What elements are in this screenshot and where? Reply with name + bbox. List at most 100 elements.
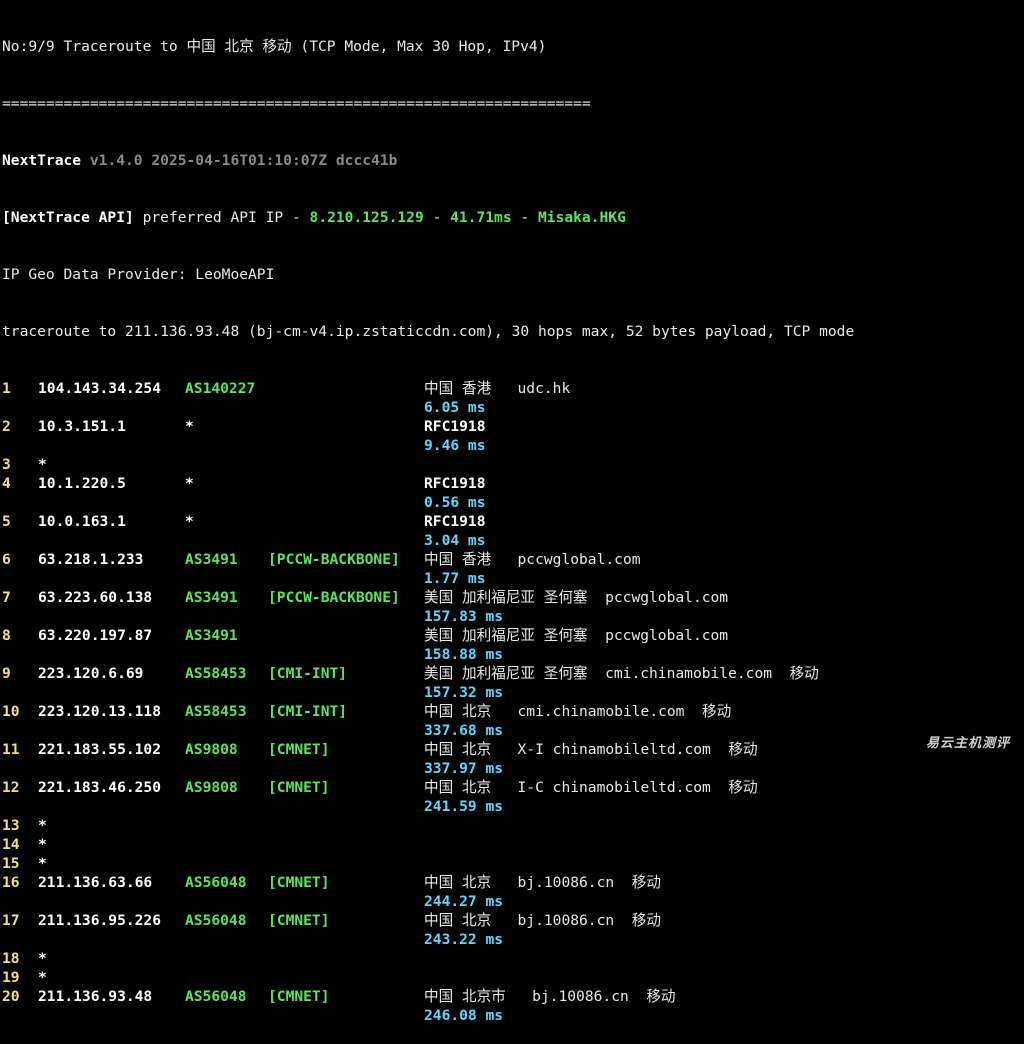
version-line: NextTrace v1.4.0 2025-04-16T01:10:07Z dc…: [2, 151, 1024, 170]
hop-asn: AS58453: [185, 665, 247, 682]
hop-asn: AS9808: [185, 741, 238, 758]
hop-network-tag: [CMNET]: [268, 912, 330, 929]
hop-number: 8: [2, 627, 11, 644]
hop-network-tag: [CMNET]: [268, 779, 330, 796]
hop-ip: 10.1.220.5: [38, 475, 126, 492]
api-dash-2: -: [511, 209, 538, 226]
hop-geo: 中国 北京 X-I chinamobileltd.com 移动: [424, 741, 758, 758]
hop-rtt: 3.04 ms: [424, 532, 486, 549]
hop-geo: 中国 北京 bj.10086.cn 移动: [424, 874, 661, 891]
hop-rtt-row: 6.05 ms: [2, 398, 1024, 417]
hop-number: 10: [2, 703, 20, 720]
hop-number: 3: [2, 456, 11, 473]
hop-number: 18: [2, 950, 20, 967]
hop-rtt-row: 157.32 ms: [2, 683, 1024, 702]
geo-provider-line: IP Geo Data Provider: LeoMoeAPI: [2, 266, 275, 283]
hop-number: 12: [2, 779, 20, 796]
hop-geo: 中国 北京市 bj.10086.cn 移动: [424, 988, 676, 1005]
hop-asn: AS56048: [185, 912, 247, 929]
hop-geo: 中国 香港 pccwglobal.com: [424, 551, 641, 568]
hop-row: 19 *: [2, 968, 1024, 987]
hop-rtt: 9.46 ms: [424, 437, 486, 454]
hop-ip: 211.136.63.66: [38, 874, 153, 891]
hop-row: 18 *: [2, 949, 1024, 968]
hop-row: 4 10.1.220.5 * RFC1918: [2, 474, 1024, 493]
hop-row: 10 223.120.13.118 AS58453 [CMI-INT] 中国 北京 cm…: [2, 702, 1024, 721]
hop-row: 9 223.120.6.69 AS58453 [CMI-INT] 美国 加利福尼亚 圣何…: [2, 664, 1024, 683]
hop-rtt: 243.22 ms: [424, 931, 504, 948]
hop-ip: 223.120.13.118: [38, 703, 162, 720]
hop-geo: RFC1918: [424, 475, 486, 492]
traceroute-line: traceroute to 211.136.93.48 (bj-cm-v4.ip…: [2, 323, 855, 340]
hop-ip: 10.3.151.1: [38, 418, 126, 435]
hop-number: 14: [2, 836, 20, 853]
hop-rtt-row: 337.97 ms: [2, 759, 1024, 778]
hop-asn: AS56048: [185, 988, 247, 1005]
hop-row: 16 211.136.63.66 AS56048 [CMNET] 中国 北京 bj.10…: [2, 873, 1024, 892]
hop-asn: *: [185, 418, 194, 435]
hop-row: 6 63.218.1.233 AS3491 [PCCW-BACKBONE] 中国 香港 …: [2, 550, 1024, 569]
hop-ip: *: [38, 456, 47, 473]
hop-ip: 63.223.60.138: [38, 589, 153, 606]
title-line: No:9/9 Traceroute to 中国 北京 移动 (TCP Mode,…: [2, 38, 547, 55]
hop-ip: *: [38, 855, 47, 872]
hop-rtt: 337.68 ms: [424, 722, 504, 739]
hop-geo: 中国 北京 bj.10086.cn 移动: [424, 912, 661, 929]
hop-number: 5: [2, 513, 11, 530]
hop-row: 11 221.183.55.102 AS9808 [CMNET] 中国 北京 X-I c…: [2, 740, 1024, 759]
api-ip: 8.210.125.129: [309, 209, 424, 226]
hop-number: 2: [2, 418, 11, 435]
hop-ip: 221.183.55.102: [38, 741, 162, 758]
hop-geo: 美国 加利福尼亚 圣何塞 cmi.chinamobile.com 移动: [424, 665, 819, 682]
hop-ip: 10.0.163.1: [38, 513, 126, 530]
hop-number: 7: [2, 589, 11, 606]
hop-number: 1: [2, 380, 11, 397]
api-prefix: [NextTrace API]: [2, 209, 134, 226]
hop-number: 20: [2, 988, 20, 1005]
hop-network-tag: [CMNET]: [268, 874, 330, 891]
hop-asn: AS3491: [185, 589, 238, 606]
hop-geo: RFC1918: [424, 418, 486, 435]
hop-ip: 221.183.46.250: [38, 779, 162, 796]
hop-row: 17 211.136.95.226 AS56048 [CMNET] 中国 北京 bj.1…: [2, 911, 1024, 930]
hop-rtt: 157.32 ms: [424, 684, 504, 701]
hop-rtt-row: 157.83 ms: [2, 607, 1024, 626]
hop-asn: *: [185, 475, 194, 492]
api-node: Misaka.HKG: [538, 209, 626, 226]
hop-rtt: 241.59 ms: [424, 798, 504, 815]
hop-network-tag: [CMI-INT]: [268, 703, 348, 720]
hop-network-tag: [PCCW-BACKBONE]: [268, 551, 400, 568]
hop-rtt-row: 9.46 ms: [2, 436, 1024, 455]
hop-number: 15: [2, 855, 20, 872]
api-line: [NextTrace API] preferred API IP - 8.210…: [2, 208, 1024, 227]
app-name: NextTrace: [2, 152, 82, 169]
hop-number: 9: [2, 665, 11, 682]
hop-network-tag: [CMNET]: [268, 988, 330, 1005]
api-text: preferred API IP -: [133, 209, 310, 226]
hop-ip: *: [38, 969, 47, 986]
hop-number: 13: [2, 817, 20, 834]
hop-list: 1 104.143.34.254 AS140227 中国 香港 udc.hk 6.05 …: [2, 379, 1024, 1025]
hop-row: 1 104.143.34.254 AS140227 中国 香港 udc.hk: [2, 379, 1024, 398]
hop-ip: 223.120.6.69: [38, 665, 144, 682]
hop-asn: AS140227: [185, 380, 256, 397]
hop-rtt: 337.97 ms: [424, 760, 504, 777]
hop-number: 16: [2, 874, 20, 891]
hop-rtt-row: 241.59 ms: [2, 797, 1024, 816]
hop-rtt-row: 243.22 ms: [2, 930, 1024, 949]
hop-asn: *: [185, 513, 194, 530]
app-version: v1.4.0 2025-04-16T01:10:07Z dccc41b: [89, 152, 398, 169]
hop-rtt-row: 158.88 ms: [2, 645, 1024, 664]
hop-rtt: 1.77 ms: [424, 570, 486, 587]
hop-geo: 中国 北京 I-C chinamobileltd.com 移动: [424, 779, 758, 796]
hop-row: 15 *: [2, 854, 1024, 873]
watermark: 易云主机测评: [925, 736, 1010, 751]
hop-rtt-row: 1.77 ms: [2, 569, 1024, 588]
hop-rtt: 6.05 ms: [424, 399, 486, 416]
hop-number: 17: [2, 912, 20, 929]
hop-rtt: 158.88 ms: [424, 646, 504, 663]
hop-ip: *: [38, 950, 47, 967]
api-latency: 41.71ms: [450, 209, 512, 226]
hop-row: 20 211.136.93.48 AS56048 [CMNET] 中国 北京市 bj.1…: [2, 987, 1024, 1006]
hop-rtt-row: 246.08 ms: [2, 1006, 1024, 1025]
